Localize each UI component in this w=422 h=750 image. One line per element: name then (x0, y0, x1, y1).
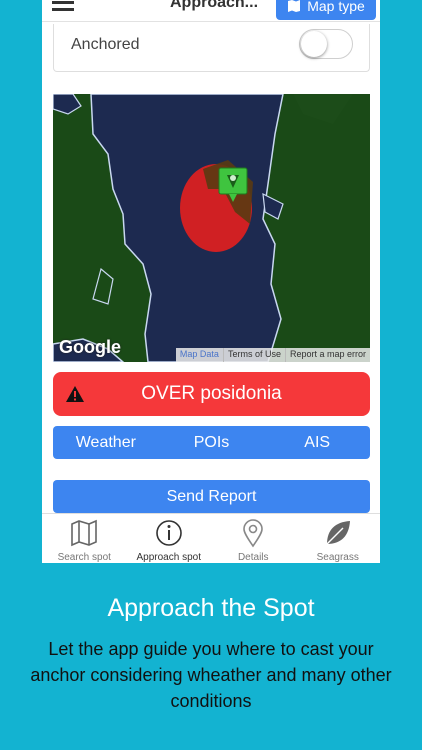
nav-label: Details (237, 552, 269, 563)
nav-search-spot[interactable]: Search spot (42, 514, 127, 563)
map-icon (288, 0, 301, 12)
nav-label: Seagrass (316, 552, 359, 563)
satellite-map (53, 94, 370, 362)
info-tabs: Weather POIs AIS (53, 426, 370, 459)
leaf-icon (326, 521, 350, 545)
map-type-button[interactable]: Map type (276, 0, 376, 20)
location-pin-icon (243, 519, 264, 548)
hamburger-menu-icon[interactable] (52, 0, 74, 14)
toggle-knob (301, 31, 327, 57)
caption-title: Approach the Spot (107, 594, 315, 622)
anchored-toggle[interactable] (299, 29, 353, 59)
send-report-button[interactable]: Send Report (53, 480, 370, 513)
phone-screen: Approach... Map type Anchored Google Map… (42, 0, 380, 563)
google-logo: Google (59, 337, 121, 357)
posidonia-alert: OVER posidonia (53, 372, 370, 416)
caption-body: Let the app guide you where to cast your… (30, 639, 392, 711)
tab-pois[interactable]: POIs (159, 426, 265, 459)
bottom-nav: Search spot Approach spot Details Seagra… (42, 513, 380, 563)
info-icon (155, 520, 182, 546)
nav-approach-spot[interactable]: Approach spot (126, 514, 211, 563)
nav-seagrass[interactable]: Seagrass (296, 514, 381, 563)
anchored-label: Anchored (71, 36, 140, 53)
nav-details[interactable]: Details (211, 514, 296, 563)
terms-link[interactable]: Terms of Use (222, 348, 285, 362)
anchored-card: Anchored (53, 24, 370, 72)
map-data-link[interactable]: Map Data (176, 348, 223, 362)
app-bar: Approach... Map type (42, 0, 380, 22)
map-icon (71, 519, 98, 547)
tab-ais[interactable]: AIS (264, 426, 370, 459)
alert-text: OVER posidonia (141, 383, 282, 404)
tab-weather[interactable]: Weather (53, 426, 159, 459)
page-title: Approach... (170, 0, 259, 11)
report-error-link[interactable]: Report a map error (284, 348, 370, 362)
map-attribution: Map Data Terms of Use Report a map error (175, 348, 370, 362)
map-type-label: Map type (307, 0, 365, 14)
nav-label: Search spot (57, 552, 111, 563)
nav-label: Approach spot (136, 552, 202, 563)
map-view[interactable]: Google Map Data Terms of Use Report a ma… (53, 94, 370, 362)
